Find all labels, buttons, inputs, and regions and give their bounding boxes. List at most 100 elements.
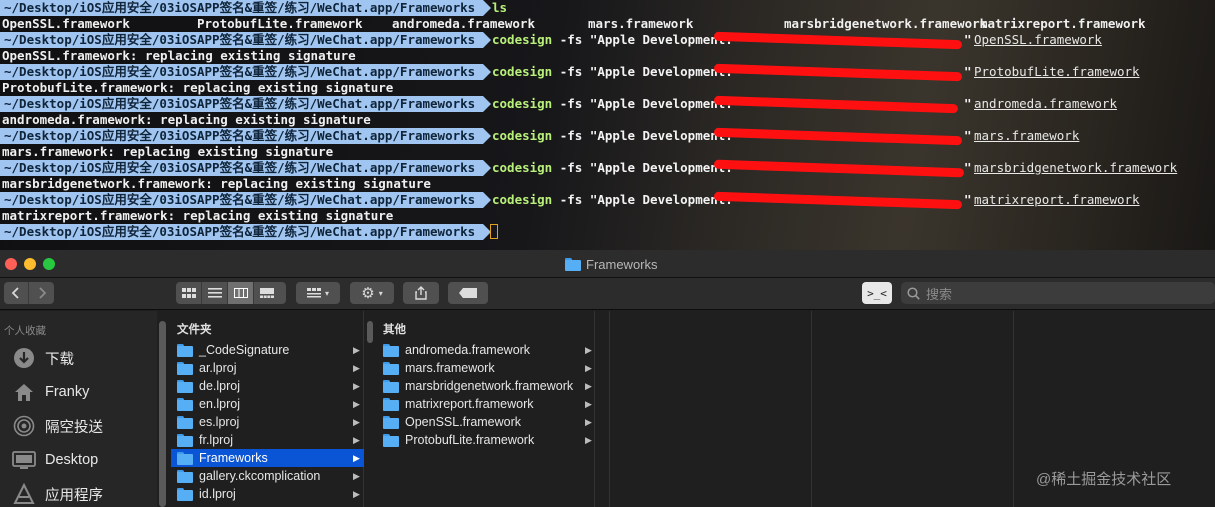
command-output: OpenSSL.framework: replacing existing si…: [2, 48, 356, 63]
zoom-button[interactable]: [43, 258, 55, 270]
view-mode-selector: [176, 282, 286, 304]
redaction-mark: [713, 127, 963, 146]
tag-icon: [459, 288, 477, 298]
folder-row[interactable]: OpenSSL.framework ▶: [377, 413, 595, 431]
folder-row[interactable]: gallery.ckcomplication ▶: [171, 467, 364, 485]
forward-button[interactable]: [29, 282, 54, 304]
search-icon: [907, 286, 920, 300]
sidebar-item-downloads[interactable]: 下载: [11, 343, 74, 373]
sidebar-scrollbar[interactable]: [159, 321, 166, 507]
ls-output-item: andromeda.framework: [392, 16, 535, 31]
terminal-shortcut-button[interactable]: >_<: [862, 282, 892, 304]
terminal-prompt: ~/Desktop/iOS应用安全/03iOSAPP签名&重签/练习/WeCha…: [0, 96, 492, 112]
terminal-icon: >_<: [867, 286, 887, 300]
folder-name: en.lproj: [199, 397, 240, 411]
folder-row[interactable]: marsbridgenetwork.framework ▶: [377, 377, 595, 395]
download-icon: [11, 345, 37, 371]
folder-icon: [383, 397, 399, 411]
search-field[interactable]: 搜索: [901, 282, 1215, 304]
column-view-button[interactable]: [228, 282, 254, 304]
group-icon: [306, 288, 321, 298]
terminal-prompt: ~/Desktop/iOS应用安全/03iOSAPP签名&重签/练习/WeCha…: [0, 224, 492, 240]
minimize-button[interactable]: [24, 258, 36, 270]
window-title-label: Frameworks: [586, 256, 658, 272]
icon-view-button[interactable]: [176, 282, 202, 304]
folder-row[interactable]: andromeda.framework ▶: [377, 341, 595, 359]
chevron-down-icon: ▾: [378, 288, 383, 298]
redaction-mark: [713, 63, 963, 82]
folder-icon: [383, 361, 399, 375]
framework-argument: andromeda.framework: [974, 96, 1117, 111]
group-by-button[interactable]: ▾: [296, 282, 340, 304]
close-button[interactable]: [5, 258, 17, 270]
folder-row[interactable]: _CodeSignature ▶: [171, 341, 364, 359]
chevron-right-icon: ▶: [353, 434, 360, 445]
gallery-view-button[interactable]: [254, 282, 280, 304]
back-button[interactable]: [4, 282, 29, 304]
folder-name: de.lproj: [199, 379, 240, 393]
codesign-command: codesign -fs "Apple Development:: [492, 128, 741, 143]
folder-name: gallery.ckcomplication: [199, 469, 321, 483]
folder-name: mars.framework: [405, 361, 495, 375]
desktop-icon: [11, 447, 37, 473]
terminal-window[interactable]: ~/Desktop/iOS应用安全/03iOSAPP签名&重签/练习/WeCha…: [0, 0, 1215, 250]
folder-row[interactable]: matrixreport.framework ▶: [377, 395, 595, 413]
folder-name: matrixreport.framework: [405, 397, 534, 411]
framework-argument: OpenSSL.framework: [974, 32, 1102, 47]
chevron-right-icon: [38, 287, 46, 299]
folder-row[interactable]: es.lproj ▶: [171, 413, 364, 431]
share-button[interactable]: [403, 282, 439, 304]
chevron-right-icon: ▶: [353, 452, 360, 463]
ls-output-item: matrixreport.framework: [980, 16, 1146, 31]
sidebar-item-home[interactable]: Franky: [11, 377, 89, 407]
folder-name: es.lproj: [199, 415, 240, 429]
edit-tags-button[interactable]: [448, 282, 488, 304]
watermark: @稀土掘金技术社区: [1036, 471, 1172, 488]
terminal-command: ls: [492, 0, 508, 15]
sidebar-item-label: 隔空投送: [45, 419, 103, 436]
folder-name: ProtobufLite.framework: [405, 433, 535, 447]
chevron-down-icon: ▾: [324, 288, 329, 298]
framework-argument: mars.framework: [974, 128, 1080, 143]
folder-name: marsbridgenetwork.framework: [405, 379, 574, 393]
closing-quote: ": [964, 64, 972, 79]
codesign-command: codesign -fs "Apple Development:: [492, 32, 741, 47]
chevron-right-icon: ▶: [353, 398, 360, 409]
folder-icon: [383, 415, 399, 429]
folder-icon: [177, 469, 193, 483]
folder-row[interactable]: Frameworks ▶: [171, 449, 364, 467]
list-view-button[interactable]: [202, 282, 228, 304]
chevron-right-icon: ▶: [585, 380, 592, 391]
folder-row[interactable]: ProtobufLite.framework ▶: [377, 431, 595, 449]
folder-row[interactable]: id.lproj ▶: [171, 485, 364, 503]
terminal-prompt: ~/Desktop/iOS应用安全/03iOSAPP签名&重签/练习/WeCha…: [0, 160, 492, 176]
terminal-prompt: ~/Desktop/iOS应用安全/03iOSAPP签名&重签/练习/WeCha…: [0, 192, 492, 208]
list-icon: [207, 288, 222, 298]
framework-argument: marsbridgenetwork.framework: [974, 160, 1178, 175]
sidebar-item-airdrop[interactable]: 隔空投送: [11, 411, 103, 441]
folder-row[interactable]: ar.lproj ▶: [171, 359, 364, 377]
folder-row[interactable]: fr.lproj ▶: [171, 431, 364, 449]
sidebar-item-label: 下载: [45, 351, 74, 368]
sidebar: 个人收藏 下载 Franky 隔空投送 Desktop 应用程序: [0, 311, 157, 507]
codesign-command: codesign -fs "Apple Development:: [492, 160, 741, 175]
folder-row[interactable]: en.lproj ▶: [171, 395, 364, 413]
sidebar-item-desktop[interactable]: Desktop: [11, 445, 98, 475]
action-menu-button[interactable]: ⚙ ▾: [350, 282, 394, 304]
command-output: mars.framework: replacing existing signa…: [2, 144, 334, 159]
closing-quote: ": [964, 160, 972, 175]
chevron-right-icon: ▶: [353, 380, 360, 391]
folder-row[interactable]: de.lproj ▶: [171, 377, 364, 395]
ls-output-item: mars.framework: [588, 16, 694, 31]
folder-icon: [177, 415, 193, 429]
sidebar-item-label: 应用程序: [45, 487, 103, 504]
finder-window[interactable]: Frameworks ▾ ⚙ ▾ >_< 搜索 个人收藏 下载 Franky 隔…: [0, 250, 1215, 507]
window-title: Frameworks: [565, 256, 658, 272]
folder-row[interactable]: mars.framework ▶: [377, 359, 595, 377]
column-scrollbar[interactable]: [367, 321, 373, 343]
folder-column-1: 文件夹 _CodeSignature ▶ ar.lproj ▶ de.lproj ▶ en.…: [169, 311, 364, 507]
sidebar-item-applications[interactable]: 应用程序: [11, 479, 103, 507]
folder-icon: [565, 257, 581, 271]
chevron-right-icon: ▶: [585, 398, 592, 409]
toolbar: ▾ ⚙ ▾ >_< 搜索: [0, 278, 1215, 310]
